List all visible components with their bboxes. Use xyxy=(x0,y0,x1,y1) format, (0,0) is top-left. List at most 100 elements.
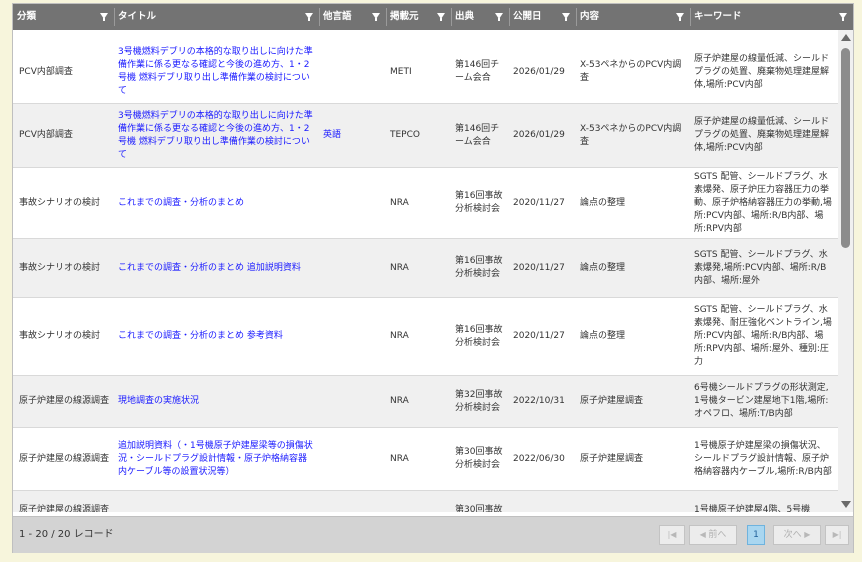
cell-lang[interactable] xyxy=(319,491,386,512)
cell-publisher: NRA xyxy=(390,262,409,273)
cell-keywords: 原子炉建屋の線量低減、シールドプラグの処置、廃棄物処理建屋解体,場所:PCV内部 xyxy=(694,53,830,90)
cell-date: 2026/01/29 xyxy=(513,130,565,140)
cell-content: 論点の整理 xyxy=(580,197,626,208)
column-header-label: 内容 xyxy=(580,11,600,22)
next-page-label: 次へ xyxy=(783,530,802,540)
filter-funnel-icon[interactable] xyxy=(495,13,503,21)
cell-publisher: METI xyxy=(390,66,412,77)
cell-lang[interactable] xyxy=(319,239,386,297)
prev-page-button[interactable]: ◀ 前へ xyxy=(689,525,737,545)
column-separator[interactable] xyxy=(451,8,452,26)
column-separator[interactable] xyxy=(690,8,691,26)
column-header-label: タイトル xyxy=(118,11,157,22)
next-arrow-icon: ▶ xyxy=(801,530,811,539)
cell-lang[interactable] xyxy=(319,376,386,427)
cell-publisher: TEPCO xyxy=(390,130,420,140)
grid-body: PCV内部調査 3号機燃料デブリの本格的な取り出しに向けた準備作業に係る更なる確認… xyxy=(13,30,838,512)
cell-category: PCV内部調査 xyxy=(19,130,73,140)
column-header-label: 掲載元 xyxy=(390,11,419,22)
column-header-title[interactable]: タイトル xyxy=(114,4,319,30)
cell-source: 第146回チーム会合 xyxy=(455,123,500,147)
cell-keywords: 1号機原子炉建屋梁の損傷状況、シールドプラグ設計情報、原子炉格納容器内ケーブル,… xyxy=(694,440,832,477)
cell-lang[interactable] xyxy=(319,298,386,375)
cell-source: 第16回事故分析検討会 xyxy=(455,256,503,279)
filter-funnel-icon[interactable] xyxy=(562,13,570,21)
column-header-keywords[interactable]: キーワード xyxy=(690,4,853,30)
cell-keywords: 原子炉建屋の線量低減、シールドプラグの処置、廃棄物処理建屋解体,場所:PCV内部 xyxy=(694,117,830,153)
cell-date: 2026/01/29 xyxy=(513,66,565,77)
cell-date: 2022/10/31 xyxy=(513,396,565,406)
cell-title[interactable]: 3号機燃料デブリの本格的な取り出しに向けた準備作業に係る更なる確認と今後の進め方… xyxy=(114,104,319,167)
cell-publisher: NRA xyxy=(390,396,409,406)
cell-lang[interactable] xyxy=(319,168,386,238)
table-row[interactable]: 事故シナリオの検討 これまでの調査・分析のまとめ 参考資料 NRA 第16回事故分析検… xyxy=(13,298,838,376)
scroll-thumb[interactable] xyxy=(841,48,850,248)
next-page-button[interactable]: 次へ ▶ xyxy=(773,525,821,545)
cell-publisher xyxy=(386,491,451,512)
last-page-icon: ▶| xyxy=(832,530,842,539)
table-row[interactable]: 事故シナリオの検討 これまでの調査・分析のまとめ 追加説明資料 NRA 第16回事故分… xyxy=(13,239,838,298)
cell-content xyxy=(576,491,690,512)
cell-title[interactable]: これまでの調査・分析のまとめ 追加説明資料 xyxy=(114,239,319,297)
table-row[interactable]: 事故シナリオの検討 これまでの調査・分析のまとめ NRA 第16回事故分析検討会 202… xyxy=(13,168,838,239)
column-header-label: 公開日 xyxy=(513,11,542,22)
cell-category: 原子炉建屋の線源調査 xyxy=(19,453,110,464)
cell-title[interactable]: 現地調査の実施状況 xyxy=(114,376,319,427)
prev-page-label: 前へ xyxy=(708,530,727,540)
cell-category: 事故シナリオの検討 xyxy=(19,262,101,273)
column-separator[interactable] xyxy=(319,8,320,26)
cell-source: 第30回事故 xyxy=(455,505,503,512)
column-separator[interactable] xyxy=(114,8,115,26)
filter-funnel-icon[interactable] xyxy=(305,13,313,21)
cell-category: 原子炉建屋の線源調査 xyxy=(19,505,110,512)
grid-header: 分類 タイトル 他言語 掲載元 出典 公開日 内容 キーワード xyxy=(13,4,853,30)
filter-funnel-icon[interactable] xyxy=(676,13,684,21)
filter-funnel-icon[interactable] xyxy=(100,13,108,21)
cell-title[interactable]: これまでの調査・分析のまとめ 参考資料 xyxy=(114,298,319,375)
scroll-down-arrow-icon[interactable] xyxy=(841,501,851,508)
cell-source: 第146回チーム会合 xyxy=(455,60,500,83)
cell-title[interactable]: これまでの調査・分析のまとめ xyxy=(114,168,319,238)
cell-date: 2020/11/27 xyxy=(513,197,565,208)
column-header-category[interactable]: 分類 xyxy=(13,4,114,30)
record-count: 1 - 20 / 20 レコード xyxy=(19,529,114,540)
table-row[interactable]: 原子炉建屋の線源調査 追加説明資料（・1号機原子炉建屋梁等の損傷状況・シールドプラ… xyxy=(13,428,838,491)
filter-funnel-icon[interactable] xyxy=(839,13,847,21)
cell-title[interactable] xyxy=(114,491,319,512)
column-separator[interactable] xyxy=(386,8,387,26)
filter-funnel-icon[interactable] xyxy=(372,13,380,21)
scroll-up-arrow-icon[interactable] xyxy=(841,34,851,41)
cell-category: PCV内部調査 xyxy=(19,66,73,77)
first-page-button[interactable]: |◀ xyxy=(659,525,685,545)
cell-lang[interactable] xyxy=(319,41,386,103)
cell-category: 事故シナリオの検討 xyxy=(19,331,101,341)
table-row[interactable]: PCV内部調査 3号機燃料デブリの本格的な取り出しに向けた準備作業に係る更なる確認… xyxy=(13,104,838,168)
column-header-label: 他言語 xyxy=(323,11,352,22)
pager: 1 - 20 / 20 レコード |◀ ◀ 前へ 1 次へ ▶ ▶| xyxy=(13,516,853,553)
cell-keywords: 6号機シールドプラグの形状測定, 1号機タービン建屋地下1階,場所:オペフロ、場… xyxy=(694,383,829,419)
column-separator[interactable] xyxy=(509,8,510,26)
cell-date: 2020/11/27 xyxy=(513,262,565,273)
column-header-label: キーワード xyxy=(694,11,742,22)
cell-title[interactable]: 追加説明資料（・1号機原子炉建屋梁等の損傷状況・シールドプラグ設計情報・原子炉格… xyxy=(114,428,319,490)
cell-content: X-53ペネからのPCV内調査 xyxy=(580,123,682,147)
table-row[interactable]: PCV内部調査 3号機燃料デブリの本格的な取り出しに向けた準備作業に係る更なる確認… xyxy=(13,41,838,104)
table-row[interactable]: 原子炉建屋の線源調査 現地調査の実施状況 NRA 第32回事故分析検討会 2022/10… xyxy=(13,376,838,428)
filter-funnel-icon[interactable] xyxy=(437,13,445,21)
cell-lang[interactable]: 英語 xyxy=(319,104,386,167)
cell-category: 原子炉建屋の線源調査 xyxy=(19,396,110,406)
vertical-scrollbar[interactable] xyxy=(838,30,853,512)
cell-keywords: SGTS 配管、シールドプラグ、水素爆発,場所:PCV内部、場所:R/B内部、場… xyxy=(694,249,828,286)
cell-lang[interactable] xyxy=(319,428,386,490)
column-separator[interactable] xyxy=(576,8,577,26)
cell-source: 第16回事故分析検討会 xyxy=(455,191,503,214)
record-grid: 分類 タイトル 他言語 掲載元 出典 公開日 内容 キーワード PCV内部調査 3号機燃料デブリ… xyxy=(12,3,854,553)
last-page-button[interactable]: ▶| xyxy=(825,525,849,545)
cell-publisher: NRA xyxy=(390,197,409,208)
cell-keywords: 1号機原子炉建屋4階、5号機 xyxy=(694,505,811,512)
table-row[interactable]: 原子炉建屋の線源調査 第30回事故 1号機原子炉建屋4階、5号機 xyxy=(13,491,838,512)
cell-source: 第30回事故分析検討会 xyxy=(455,447,503,470)
column-header-content[interactable]: 内容 xyxy=(576,4,690,30)
page-1-button[interactable]: 1 xyxy=(747,525,765,545)
cell-title[interactable]: 3号機燃料デブリの本格的な取り出しに向けた準備作業に係る更なる確認と今後の進め方… xyxy=(114,41,319,103)
